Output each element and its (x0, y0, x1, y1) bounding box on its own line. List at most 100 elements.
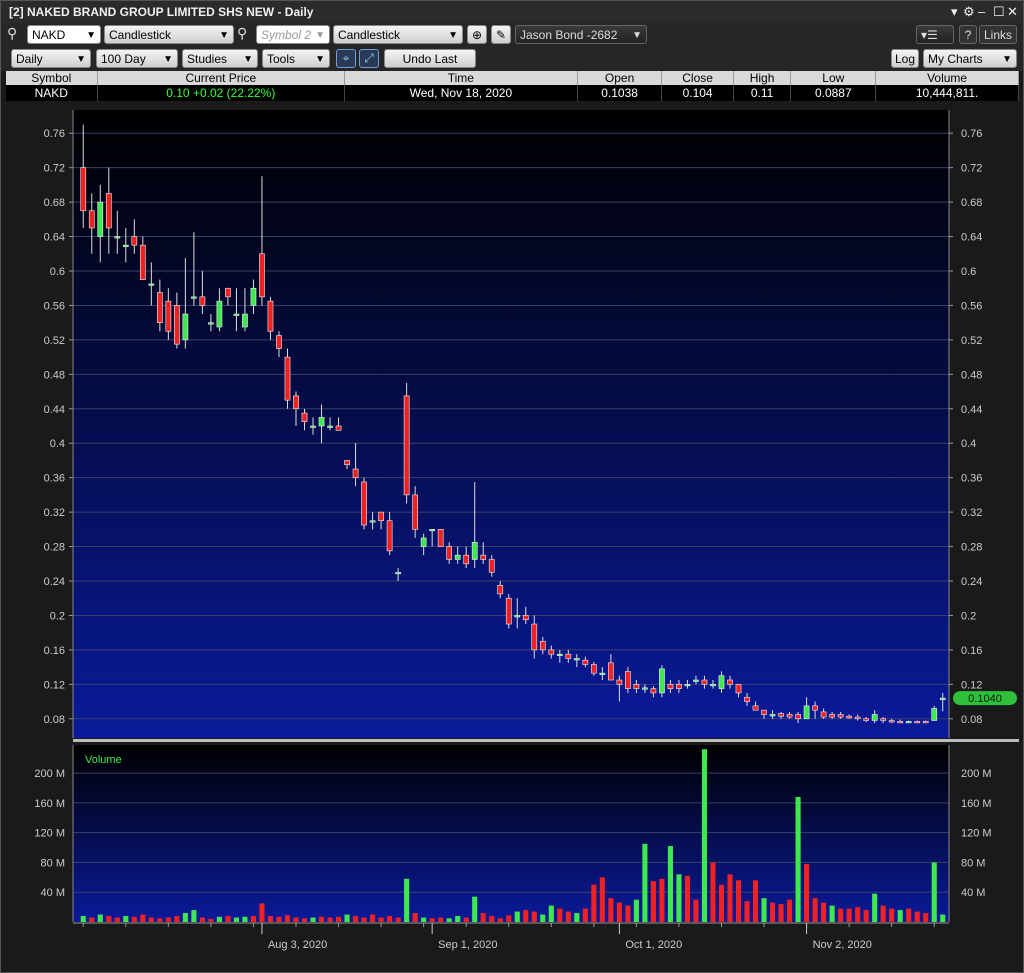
mycharts-select[interactable]: My Charts ▼ (923, 49, 1017, 68)
candle-down (914, 721, 921, 724)
volume-bar (855, 907, 861, 922)
chevron-down-icon: ▼ (76, 54, 86, 65)
candle-up (250, 287, 257, 306)
last-price-label: 0.1040 (968, 693, 1002, 705)
help-button[interactable]: ? (959, 25, 977, 44)
candle-down (131, 236, 138, 246)
volume-bar (421, 917, 427, 922)
volume-bar (523, 910, 529, 922)
current-price-value: 0.10 (166, 86, 190, 100)
candle-down (735, 684, 742, 694)
zoom-icon: ⊕ (471, 28, 483, 42)
account-select[interactable]: Jason Bond -2682 ▼ (515, 25, 647, 44)
volume-bar (701, 749, 708, 922)
toolbar-primary: ⚲ NAKD ▼ Candlestick ▼ ⚲ Symbol 2 ▼ Cand… (1, 23, 1023, 47)
maximize-icon[interactable]: ☐ (993, 4, 1005, 20)
volume-bar (497, 918, 503, 922)
help-label: ? (964, 28, 972, 42)
candle-down (352, 468, 359, 478)
minimize-icon[interactable]: – (978, 4, 985, 19)
chevron-down-icon: ▼ (448, 30, 458, 41)
studies-select[interactable]: Studies ▼ (182, 49, 258, 68)
price-ytick-right: 0.68 (961, 197, 982, 209)
links-button[interactable]: Links (979, 25, 1017, 44)
volume-bar (310, 917, 316, 922)
candle-up (769, 714, 776, 717)
volume-bar (318, 916, 325, 922)
candle-up (310, 425, 316, 428)
candle-down (267, 300, 274, 332)
menu-button[interactable]: ▾☰ (916, 25, 954, 44)
candle-up (327, 425, 333, 428)
mycharts-label: My Charts (928, 52, 983, 66)
price-ytick-right: 0.28 (961, 542, 982, 554)
price-ytick-right: 0.4 (961, 438, 976, 450)
volume-bar (250, 916, 257, 922)
volume-bar (114, 917, 120, 922)
volume-bar (267, 916, 274, 922)
chevron-down-icon: ▼ (315, 30, 325, 41)
fit-button[interactable]: ⤢ (359, 49, 379, 68)
quote-symbol: NAKD (6, 85, 98, 101)
volume-bar (353, 916, 359, 922)
symbol2-placeholder: Symbol 2 (261, 28, 312, 42)
volume-bar (506, 915, 512, 922)
period-select[interactable]: Daily ▼ (11, 49, 91, 68)
volume-bar (446, 918, 452, 922)
price-ytick-right: 0.16 (961, 645, 982, 657)
volume-bar (778, 904, 784, 922)
volume-bar (225, 916, 231, 922)
candle-down (284, 356, 291, 401)
zoom-button[interactable]: ⊕ (467, 25, 487, 44)
chart-type-select-1[interactable]: Candlestick ▼ (104, 25, 234, 44)
volume-bar (565, 911, 571, 922)
toolbar-secondary: Daily ▼ 100 Day ▼ Studies ▼ Tools ▼ ⌖ ⤢ … (1, 47, 1023, 71)
candle-up (191, 296, 197, 299)
candle-down (854, 716, 861, 720)
pin-icon: ✎ (495, 28, 507, 42)
volume-bar (472, 896, 478, 922)
price-ytick-left: 0.68 (44, 197, 65, 209)
symbol-input[interactable]: NAKD ▼ (27, 25, 101, 44)
quote-row: NAKD 0.10 +0.02 (22.22%) Wed, Nov 18, 20… (6, 85, 1019, 101)
col-time: Time (344, 71, 578, 85)
candle-down (676, 684, 682, 689)
price-ytick-left: 0.76 (44, 128, 65, 140)
volume-ytick-left: 120 M (34, 828, 65, 840)
quote-volume: 10,444,811. (875, 85, 1019, 101)
crosshair-button[interactable]: ⌖ (336, 49, 356, 68)
chart-type-select-2[interactable]: Candlestick ▼ (333, 25, 463, 44)
candle-down (276, 335, 282, 349)
volume-bar (106, 916, 112, 922)
symbol2-input[interactable]: Symbol 2 ▼ (256, 25, 330, 44)
candle-up (429, 529, 436, 532)
candle-up (693, 679, 699, 682)
candle-down (165, 300, 172, 332)
close-icon[interactable]: ✕ (1007, 4, 1018, 20)
price-ytick-left: 0.64 (44, 232, 65, 244)
candle-down (633, 684, 640, 689)
candle-up (684, 684, 691, 687)
candle-down (820, 711, 827, 718)
volume-bar (387, 916, 393, 922)
candle-up (471, 541, 478, 560)
volume-bar (378, 917, 384, 922)
undo-last-button[interactable]: Undo Last (384, 49, 476, 68)
price-ytick-left: 0.44 (44, 404, 65, 416)
link-button[interactable]: ✎ (491, 25, 511, 44)
range-select[interactable]: 100 Day ▼ (96, 49, 178, 68)
volume-bar (123, 916, 129, 922)
volume-bar (880, 905, 886, 922)
volume-bar (897, 910, 903, 922)
tools-select[interactable]: Tools ▼ (262, 49, 330, 68)
volume-bar (599, 877, 605, 922)
price-chart[interactable]: 0.08 0.08 0.12 0.12 0.16 0.16 0.2 0.2 0.24 0.24 0.… (1, 102, 1023, 972)
dropdown-icon[interactable]: ▾ (951, 4, 958, 20)
price-ytick-right: 0.32 (961, 507, 982, 519)
candle-up (369, 520, 376, 523)
log-button[interactable]: Log (891, 49, 919, 68)
candle-down (565, 653, 572, 659)
candle-down (582, 659, 589, 665)
gear-icon[interactable]: ⚙ (963, 4, 975, 20)
candle-down (744, 696, 750, 702)
